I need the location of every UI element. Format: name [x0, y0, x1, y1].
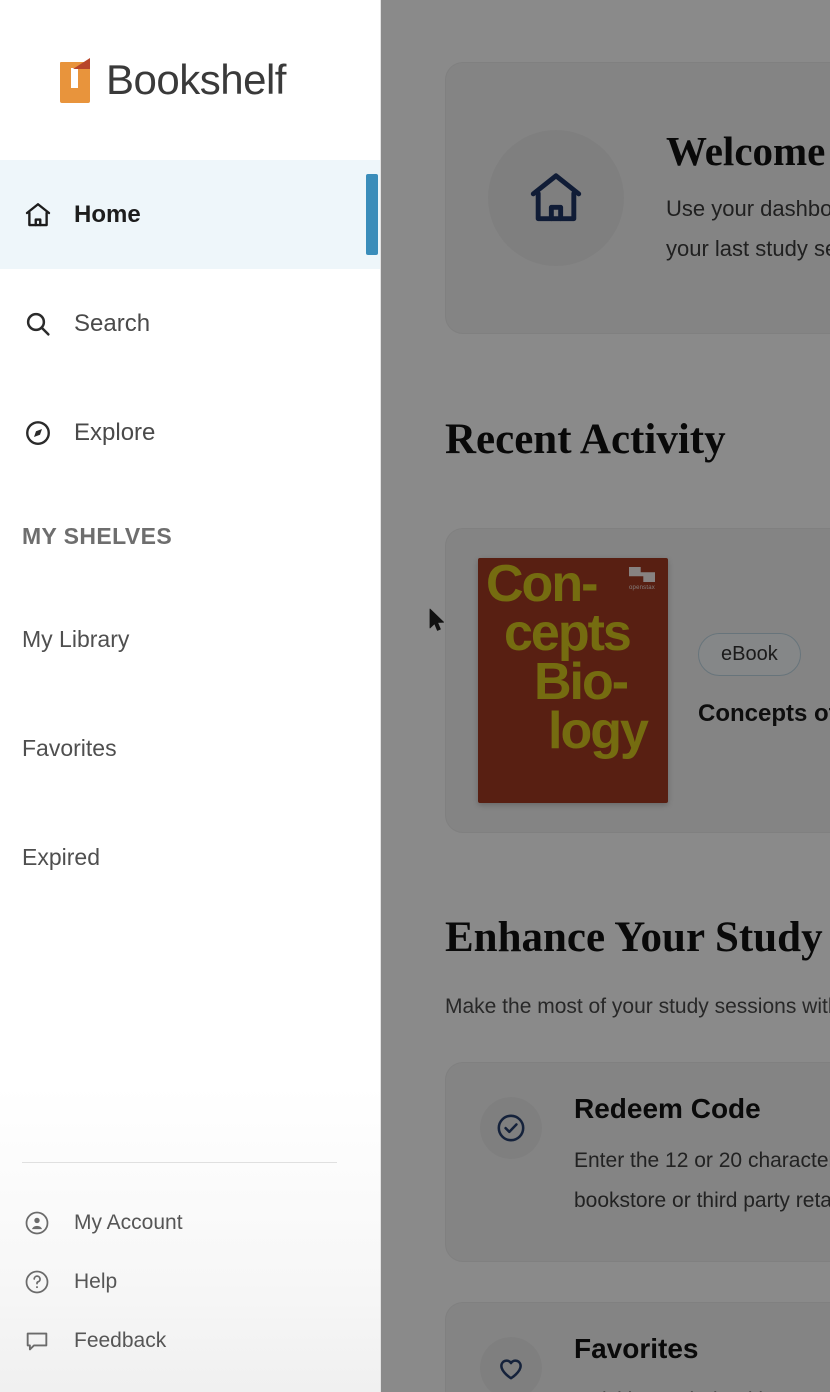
welcome-title: Welcome: [666, 128, 826, 175]
heart-icon: [480, 1337, 542, 1392]
feature-title: Favorites: [574, 1333, 699, 1364]
sidebar-item-label: Home: [74, 200, 141, 228]
book-cover-image[interactable]: Con- cepts Bio- logy openstax: [478, 558, 668, 803]
app-logo[interactable]: Bookshelf: [0, 0, 380, 160]
brand-name: Bookshelf: [106, 56, 286, 103]
question-circle-icon: [22, 1267, 52, 1297]
sidebar-item-label: Feedback: [74, 1328, 167, 1352]
format-badge: eBook: [698, 633, 801, 676]
feature-desc-line2: bookstore or third party retailer.: [574, 1188, 830, 1212]
sidebar-item-favorites[interactable]: Favorites: [0, 694, 380, 803]
sidebar-footer-nav: My Account Help Feedback: [0, 1163, 380, 1392]
home-icon: [488, 130, 624, 266]
speech-bubble-icon: [22, 1326, 52, 1356]
sidebar-item-explore[interactable]: Explore: [0, 378, 380, 487]
person-circle-icon: [22, 1208, 52, 1238]
search-icon: [22, 308, 54, 340]
home-icon: [22, 199, 54, 231]
feature-desc-line1: Quickly reach the titles you star most o…: [574, 1381, 830, 1392]
recent-activity-heading: Recent Activity: [445, 416, 726, 463]
feature-title: Redeem Code: [574, 1093, 761, 1124]
book-title: Concepts of Biology: [698, 700, 830, 727]
sidebar-item-label: Explore: [74, 418, 156, 446]
sidebar-item-home[interactable]: Home: [0, 160, 380, 269]
recent-activity-card[interactable]: Con- cepts Bio- logy openstax eBook Conc…: [445, 528, 830, 833]
enhance-subtitle: Make the most of your study sessions wit…: [445, 995, 830, 1018]
app-root: Bookshelf Home Search Explore MY SHELVES…: [0, 0, 830, 1392]
feature-card-redeem-code[interactable]: Redeem Code Enter the 12 or 20 character…: [445, 1062, 830, 1262]
main-content: Welcome Use your dashboard to pick up wh…: [381, 0, 830, 1392]
sidebar-item-my-library[interactable]: My Library: [0, 585, 380, 694]
welcome-subtitle-line1: Use your dashboard to pick up where you …: [666, 196, 830, 222]
openstax-logo-icon: openstax: [625, 567, 659, 591]
check-circle-icon: [480, 1097, 542, 1159]
enhance-heading: Enhance Your Study: [445, 914, 823, 961]
feature-card-favorites[interactable]: Favorites Quickly reach the titles you s…: [445, 1302, 830, 1392]
sidebar-item-label: Help: [74, 1269, 118, 1293]
sidebar-item-feedback[interactable]: Feedback: [0, 1311, 380, 1370]
shelves-section-heading: MY SHELVES: [22, 522, 173, 549]
bookshelf-book-icon: [60, 57, 90, 103]
feature-desc-line1: Enter the 12 or 20 character code from y…: [574, 1149, 830, 1172]
sidebar-item-expired[interactable]: Expired: [0, 803, 380, 912]
sidebar-item-search[interactable]: Search: [0, 269, 380, 378]
welcome-card: Welcome Use your dashboard to pick up wh…: [445, 62, 830, 334]
sidebar: Bookshelf Home Search Explore MY SHELVES…: [0, 0, 381, 1392]
sidebar-item-help[interactable]: Help: [0, 1252, 380, 1311]
sidebar-item-my-account[interactable]: My Account: [0, 1193, 380, 1252]
welcome-subtitle-line2: your last study session.: [666, 236, 830, 261]
compass-icon: [22, 417, 54, 449]
sidebar-item-label: Search: [74, 309, 151, 337]
sidebar-item-label: My Account: [74, 1210, 183, 1234]
primary-nav: Home Search Explore: [0, 160, 380, 487]
shelves-list: My Library Favorites Expired: [0, 585, 380, 912]
